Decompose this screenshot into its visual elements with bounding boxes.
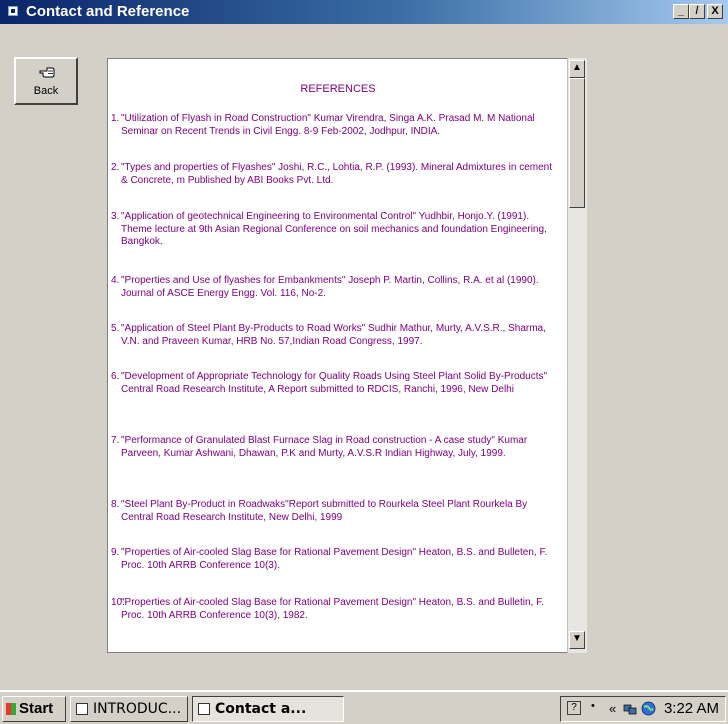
reference-number: 8. [111,499,120,510]
reference-text: "Steel Plant By-Product in Roadwaks"Repo… [121,499,528,523]
scroll-thumb[interactable] [569,78,585,208]
help-icon[interactable]: ? [567,701,581,715]
reference-number: 6. [111,371,120,382]
taskbar-item-contact[interactable]: Contact a... [192,696,344,722]
reference-text: "Application of Steel Plant By-Products … [121,323,546,347]
references-content: REFERENCES 1. "Utilization of Flyash in … [108,59,568,652]
reference-text: "Properties of Air-cooled Slag Base for … [121,547,548,571]
system-tray: ? • « 3:22 AM [560,696,726,722]
reference-number: 2. [111,162,120,173]
reference-text: "Types and properties of Flyashes" Joshi… [121,162,553,186]
reference-text: "Properties of Air-cooled Slag Base for … [121,597,544,621]
hand-pointing-icon [39,67,55,78]
maximize-button[interactable]: ̸ [689,4,705,19]
taskbar-item-label: Contact a... [215,701,307,717]
network-icon[interactable] [623,702,637,716]
reference-number: 7. [111,435,120,446]
references-panel[interactable]: REFERENCES 1. "Utilization of Flyash in … [107,58,587,653]
reference-text: "Performance of Granulated Blast Furnace… [121,435,528,459]
start-button[interactable]: Start [2,696,66,722]
taskbar-item-label: INTRODUC... [93,701,182,717]
window-title: Contact and Reference [26,3,190,20]
expand-tray-icon[interactable]: « [609,701,616,716]
app-window: Contact and Reference _ ̸ X Back REFEREN… [0,0,728,690]
reference-text: "Application of geotechnical Engineering… [121,211,547,247]
reference-text: "Development of Appropriate Technology f… [121,371,548,395]
minimize-button[interactable]: _ [673,4,689,19]
taskbar-item-introduction[interactable]: INTRODUC... [70,696,188,722]
window-icon [8,6,18,16]
references-heading: REFERENCES [300,83,376,95]
application-icon [198,703,210,715]
back-button-label: Back [33,85,59,97]
clock: 3:22 AM [663,700,719,717]
windows-flag-icon [6,703,16,715]
back-button[interactable]: Back [14,57,78,105]
scroll-down-button[interactable]: ▼ [569,631,585,649]
reference-text: "Properties and Use of flyashes for Emba… [121,275,539,299]
close-button[interactable]: X [707,4,723,19]
scroll-up-button[interactable]: ▲ [569,60,585,78]
speaker-icon[interactable]: • [591,700,595,712]
reference-number: 5. [111,323,120,334]
reference-number: 9. [111,547,120,558]
start-label: Start [19,700,54,717]
globe-icon[interactable] [641,701,656,716]
reference-number: 4. [111,275,120,286]
title-bar[interactable]: Contact and Reference _ ̸ X [0,0,728,24]
reference-number: 1. [111,113,120,124]
application-icon [76,703,88,715]
vertical-scrollbar[interactable]: ▲ ▼ [567,58,587,653]
reference-number: 3. [111,211,120,222]
taskbar: Start INTRODUC... Contact a... ? • « 3:2… [0,690,728,724]
reference-text: "Utilization of Flyash in Road Construct… [121,113,535,137]
